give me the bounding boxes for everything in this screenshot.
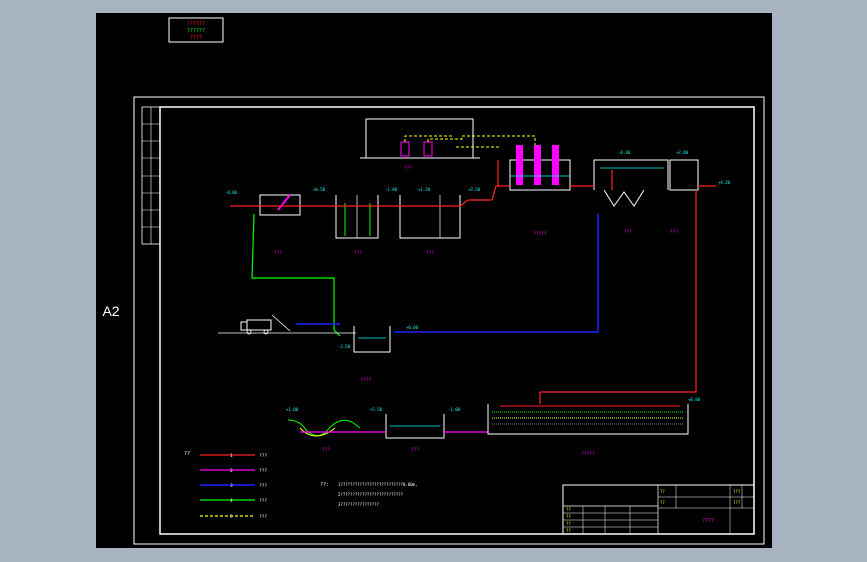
title-block-cell: ??? [733, 500, 741, 505]
thickener-label: ??? [670, 229, 678, 235]
title-block-cell: ??? [733, 489, 741, 494]
title-block-cell: ?? [566, 507, 571, 512]
elevation-label: +4.20 [718, 180, 731, 185]
title-block-cell: ?? [660, 500, 665, 505]
title-block: ?? ?? ?? ?? ?? ?? ??? ??? ???? [562, 484, 755, 535]
dosing-room[interactable]: ??? [360, 118, 536, 171]
grit-chamber-label: ??? [274, 250, 282, 256]
elevation-label: +0.50 [313, 187, 326, 192]
notes-line: 2?????????????????????????? [338, 492, 404, 497]
wetland-label: ??? [322, 447, 330, 453]
sludge-dewatering[interactable]: ????? [487, 404, 689, 457]
elevation-label: -1.80 [385, 187, 398, 192]
drawing-title: ???? [702, 518, 714, 524]
stamp-line-2: ?????? [187, 28, 205, 34]
legend-label: ??? [259, 483, 267, 489]
overflow-line [251, 213, 341, 337]
elevation-label: +0.80 [688, 397, 701, 402]
title-block-cell: ?? [566, 514, 571, 519]
process-flow-drawing: ?????? ?????? ???? A2 ??? ????? ??? ??? … [102, 17, 765, 545]
sludge-dewatering-label: ????? [581, 451, 595, 457]
sludge-pipe [539, 190, 697, 404]
elevation-labels: -0.06 +0.50 -1.80 +1.20 +3.50 -0.30 +2.8… [225, 150, 731, 412]
settling-tank[interactable]: ??? ??? [593, 159, 699, 235]
elevation-label: +5.50 [370, 407, 383, 412]
left-treatment-train[interactable]: ??? ??? ??? [259, 194, 461, 256]
title-block-cell: ?? [660, 489, 665, 494]
elevation-label: -0.06 [225, 190, 238, 195]
stamp-line-1: ?????? [187, 21, 205, 27]
elevation-label: +0.00 [406, 325, 419, 330]
notes-line: 3???????????????? [338, 502, 380, 507]
water-intake-label: ??? [354, 250, 362, 256]
legend-label: ??? [259, 453, 267, 459]
legend-label: ??? [259, 514, 267, 520]
pump-station-label: ???? [361, 377, 372, 383]
legend-num: 3 [230, 483, 233, 489]
legend-label: ??? [259, 498, 267, 504]
elevation-label: -2.50 [338, 344, 351, 349]
sludge-pit-label: ??? [411, 447, 419, 453]
sludge-pit[interactable]: ??? [385, 414, 445, 453]
filter-building-label: ????? [533, 231, 547, 237]
elevation-label: +2.80 [676, 150, 689, 155]
elevation-label: +1.00 [286, 407, 299, 412]
legend-num: 1 [230, 453, 233, 459]
settling-tank-label: ??? [624, 229, 632, 235]
elevation-label: -1.00 [448, 407, 461, 412]
wetland[interactable]: ??? [287, 419, 361, 453]
dosing-room-label: ??? [404, 165, 412, 171]
filter-building[interactable]: ????? [509, 145, 571, 237]
return-line [394, 214, 599, 333]
legend: ?? 1 ??? 2 ??? 3 ??? 4 ??? 5 ??? [184, 451, 267, 520]
legend-num: 2 [230, 468, 233, 474]
legend-num: 4 [230, 498, 233, 504]
title-block-cell: ?? [566, 521, 571, 526]
notes-title: ??: [320, 482, 329, 488]
pump-station[interactable]: ???? [353, 326, 391, 383]
stamp-line-3: ???? [190, 35, 202, 41]
elevation-label: +3.50 [468, 187, 481, 192]
notes-line: 1??????????????????????????0.00m, [338, 482, 417, 487]
legend-label: ??? [259, 468, 267, 474]
elevation-label: -0.30 [618, 150, 631, 155]
storage-tank-label: ??? [426, 250, 434, 256]
sheet-size-label: A2 [102, 303, 119, 319]
legend-title: ?? [184, 451, 190, 457]
legend-num: 5 [230, 514, 233, 520]
elevation-label: +1.20 [418, 187, 431, 192]
notes: ??: 1??????????????????????????0.00m, 2?… [320, 482, 417, 507]
title-stamp: ?????? ?????? ???? [168, 17, 224, 43]
title-block-cell: ?? [566, 528, 571, 533]
